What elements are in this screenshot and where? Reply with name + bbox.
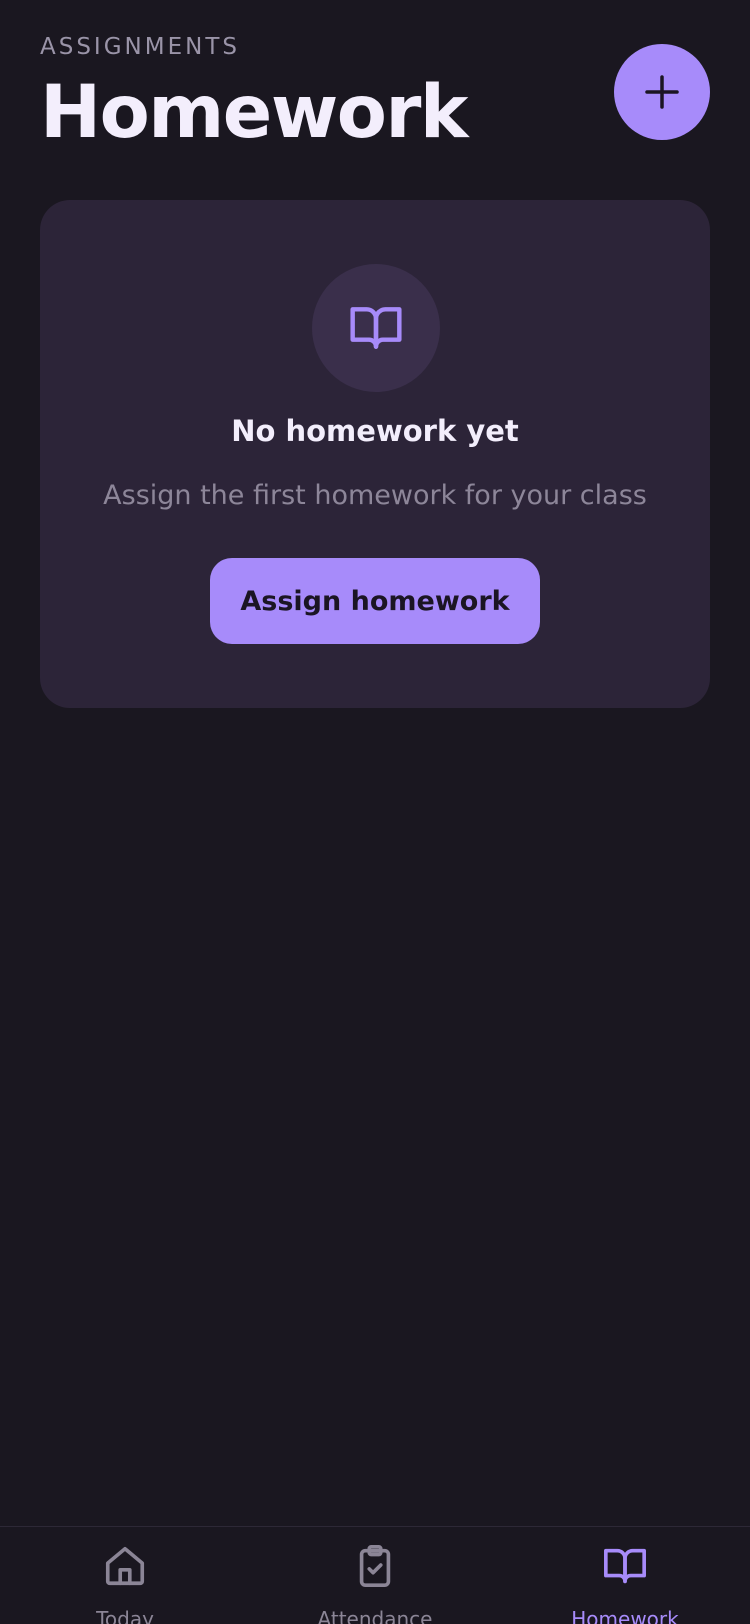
assign-homework-button[interactable]: Assign homework xyxy=(210,558,540,644)
tab-attendance[interactable]: Attendance xyxy=(250,1527,500,1624)
clipboard-check-icon xyxy=(359,1545,391,1587)
home-icon xyxy=(105,1546,145,1586)
tab-homework[interactable]: Homework xyxy=(500,1527,750,1624)
book-open-icon xyxy=(604,1548,646,1584)
empty-state-title: No homework yet xyxy=(231,414,519,448)
tab-attendance-label: Attendance xyxy=(317,1607,433,1624)
plus-icon xyxy=(645,75,679,109)
empty-state-icon-circle xyxy=(312,264,440,392)
tab-today-label: Today xyxy=(96,1607,154,1624)
section-eyebrow: ASSIGNMENTS xyxy=(40,34,240,60)
homework-screen: ASSIGNMENTS Homework No homework yet Ass… xyxy=(0,0,750,1624)
bottom-tab-bar: Today Attendance Homework xyxy=(0,1526,750,1624)
book-open-icon xyxy=(350,307,402,349)
page-title: Homework xyxy=(40,70,468,155)
add-homework-button[interactable] xyxy=(614,44,710,140)
empty-state-description: Assign the first homework for your class xyxy=(103,480,647,511)
tab-today[interactable]: Today xyxy=(0,1527,250,1624)
tab-homework-label: Homework xyxy=(571,1607,679,1624)
empty-state-card: No homework yet Assign the first homewor… xyxy=(40,200,710,708)
